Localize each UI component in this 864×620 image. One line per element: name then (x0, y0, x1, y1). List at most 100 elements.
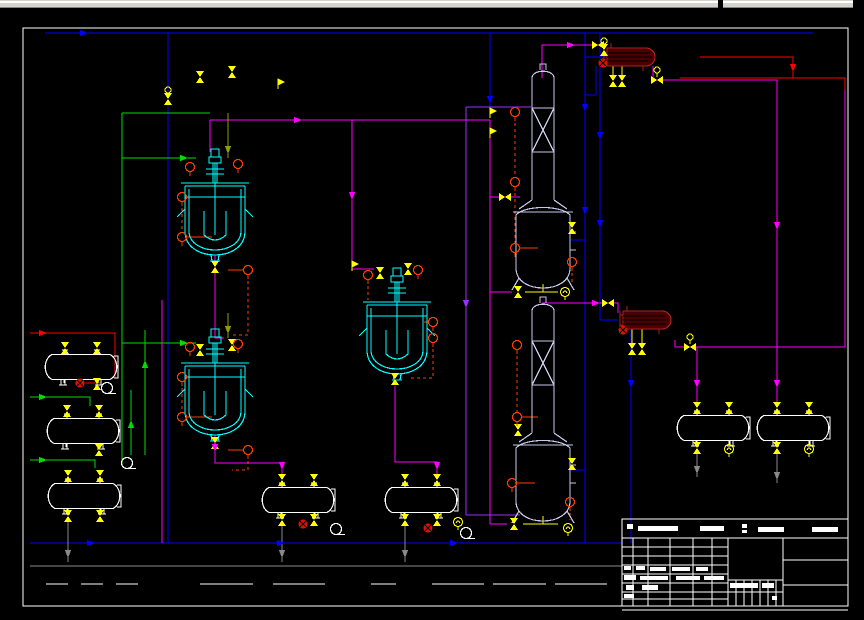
instrument-icon (506, 477, 518, 493)
valve-actuator-icon (653, 66, 661, 78)
valve-icon (278, 514, 286, 526)
valve-icon (401, 514, 409, 526)
valve-icon (391, 373, 399, 385)
steam-trap-icon (559, 286, 571, 301)
valve-icon (278, 474, 286, 486)
pumps-layer (75, 58, 815, 540)
flow-arrow-icon (450, 539, 458, 547)
valve-icon (609, 75, 617, 87)
valve-icon (96, 510, 104, 522)
pipe-class-flag-icon (489, 127, 497, 139)
flow-arrow-icon (596, 132, 604, 140)
tank-c101 (47, 478, 122, 515)
tank-c106 (676, 410, 751, 447)
valves-layer (61, 37, 813, 530)
flow-arrow-icon (433, 462, 441, 470)
flow-arrow-icon (462, 300, 470, 308)
instrument-icon (509, 176, 521, 192)
instrument-icon (242, 264, 254, 280)
pump-icon-red (298, 519, 308, 529)
valve-icon (63, 405, 71, 417)
pump-icon-red (598, 58, 608, 68)
blowdown-lines-gray (30, 452, 778, 567)
valve-icon (310, 474, 318, 486)
pump-icon-red (423, 523, 433, 533)
title-block (621, 518, 849, 607)
instrument-icon (412, 264, 424, 280)
instrument-icon (511, 411, 523, 427)
instrument-icon (176, 231, 188, 247)
flow-arrows (39, 29, 797, 558)
valve-icon (773, 402, 781, 414)
valve-actuator-icon (686, 333, 694, 345)
flow-arrow-icon (39, 456, 47, 464)
valve-icon (376, 267, 384, 279)
instrument-icon (176, 411, 188, 427)
process-flow-diagram (0, 0, 864, 611)
control-valve-icon (651, 76, 663, 84)
valve-icon (228, 66, 236, 78)
instrument-icon (362, 269, 374, 285)
exchanger-e102 (619, 305, 672, 335)
valve-icon (628, 343, 636, 355)
valve-icon (568, 222, 576, 234)
instrument-icon (184, 341, 196, 357)
instrument-icon (427, 316, 439, 332)
flow-arrow-icon (789, 64, 797, 72)
flow-arrow-icon (278, 550, 286, 558)
valve-icon (568, 458, 576, 470)
instrument-icon (427, 332, 439, 348)
valve-icon (96, 470, 104, 482)
feed-lines-red (30, 56, 846, 384)
valve-icon (196, 71, 204, 83)
valve-icon (773, 442, 781, 454)
flow-arrow-icon (87, 539, 95, 547)
tank-c104 (261, 482, 336, 519)
process-lines-magenta (161, 44, 846, 543)
flow-arrow-icon (64, 550, 72, 558)
valve-icon (693, 402, 701, 414)
title-block-filled-cells (624, 524, 838, 600)
instrument-icon (242, 444, 254, 460)
valve-icon (401, 474, 409, 486)
column-t101 (511, 63, 577, 291)
pump-icon-red (75, 378, 85, 388)
flow-arrow-icon (127, 420, 135, 428)
valve-icon (514, 424, 522, 436)
valve-icon (95, 405, 103, 417)
valve-icon (510, 518, 518, 530)
flow-arrow-icon (773, 380, 781, 388)
feed-lines-green (30, 112, 210, 468)
reactor-r103 (358, 267, 436, 381)
steam-trap-icon (562, 522, 574, 537)
flow-arrow-icon (581, 104, 589, 112)
valve-icon (211, 261, 219, 273)
flow-arrow-icon (486, 96, 494, 104)
valve-icon (310, 514, 318, 526)
control-valve-icon (684, 343, 696, 351)
flow-arrow-icon (180, 154, 188, 162)
valve-icon (64, 470, 72, 482)
valve-icon (196, 344, 204, 356)
flow-arrow-icon (773, 222, 781, 230)
valve-icon (64, 510, 72, 522)
valve-icon (592, 41, 604, 49)
valve-icon (499, 193, 511, 201)
pump-icon (459, 526, 476, 540)
tank-c105 (384, 482, 459, 519)
steam-trap-icon (452, 516, 464, 531)
process-line-violet (465, 106, 531, 516)
valve-icon (638, 343, 646, 355)
valve-icon (433, 474, 441, 486)
flow-arrow-icon (277, 539, 285, 547)
instrument-icon (509, 242, 521, 258)
instrument-icon (511, 339, 523, 355)
flow-arrow-icon (592, 299, 600, 307)
pump-icon (120, 456, 137, 470)
valve-icon (514, 286, 522, 298)
flow-arrow-icon (224, 146, 232, 154)
flow-arrow-icon (180, 339, 188, 347)
flow-arrow-icon (39, 393, 47, 401)
instrument-icon (232, 158, 244, 174)
pipe-class-flag-icon (489, 107, 497, 119)
